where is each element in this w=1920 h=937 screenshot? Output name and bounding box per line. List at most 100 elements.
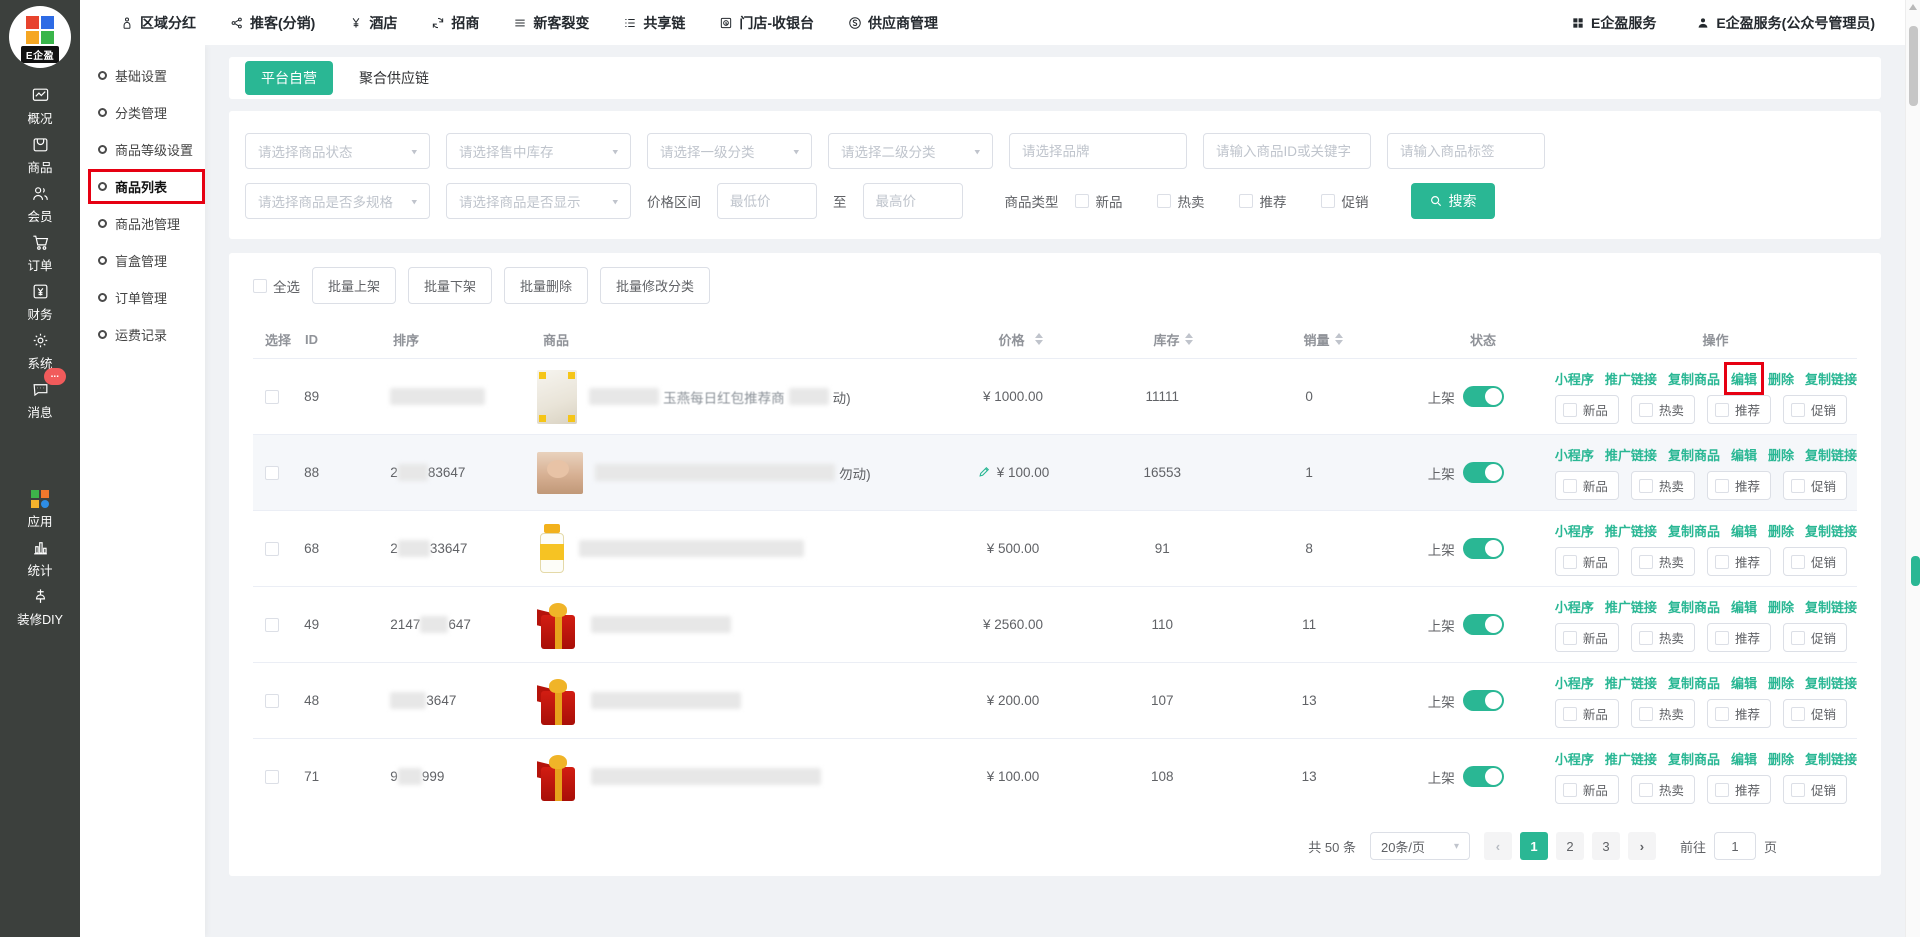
sort-arrows-icon[interactable] <box>1035 333 1043 345</box>
search-button[interactable]: 搜索 <box>1411 183 1495 219</box>
copy-goods-link[interactable]: 复制商品 <box>1668 673 1720 692</box>
submenu-item-goods-level[interactable]: 商品等级设置 <box>80 131 205 168</box>
sidebar-item-members[interactable]: 会员 <box>0 180 80 229</box>
tag-checkbox-new[interactable]: 新品 <box>1555 775 1619 804</box>
tag-checkbox-recommend[interactable]: 推荐 <box>1707 699 1771 728</box>
copy-url-link[interactable]: 复制链接 <box>1805 521 1857 540</box>
sidebar-item-finance[interactable]: 财务 <box>0 278 80 327</box>
row-checkbox[interactable] <box>265 694 279 708</box>
sidebar-item-apps[interactable]: 应用 <box>0 485 80 534</box>
status-toggle[interactable] <box>1463 614 1504 635</box>
batch-delete-button[interactable]: 批量删除 <box>504 267 588 304</box>
submenu-item-goods-list[interactable]: 商品列表 <box>80 168 205 205</box>
copy-goods-link[interactable]: 复制商品 <box>1668 445 1720 464</box>
type-checkbox-hot[interactable]: 热卖 <box>1157 191 1205 211</box>
tag-checkbox-hot[interactable]: 热卖 <box>1631 775 1695 804</box>
nav-item-services[interactable]: E企盈服务 <box>1571 13 1656 33</box>
delete-link[interactable]: 删除 <box>1768 673 1794 692</box>
nav-item-promoter[interactable]: 推客(分销) <box>230 13 315 33</box>
tag-checkbox-recommend[interactable]: 推荐 <box>1707 547 1771 576</box>
tag-checkbox-new[interactable]: 新品 <box>1555 699 1619 728</box>
nav-item-fission[interactable]: 新客裂变 <box>513 13 589 33</box>
promo-link[interactable]: 推广链接 <box>1605 673 1657 692</box>
row-checkbox[interactable] <box>265 618 279 632</box>
select-multi-spec[interactable]: 请选择商品是否多规格▾ <box>245 183 430 219</box>
tag-checkbox-recommend[interactable]: 推荐 <box>1707 623 1771 652</box>
miniprogram-link[interactable]: 小程序 <box>1555 673 1594 692</box>
select-goods-visible[interactable]: 请选择商品是否显示▾ <box>446 183 631 219</box>
batch-onshelf-button[interactable]: 批量上架 <box>312 267 396 304</box>
batch-edit-category-button[interactable]: 批量修改分类 <box>600 267 710 304</box>
scroll-up-icon[interactable] <box>1909 4 1917 10</box>
delete-link[interactable]: 删除 <box>1768 521 1794 540</box>
tag-checkbox-promo[interactable]: 促销 <box>1783 699 1847 728</box>
select-goods-status[interactable]: 请选择商品状态▾ <box>245 133 430 169</box>
goods-tag-input[interactable] <box>1387 133 1545 169</box>
page-size-select[interactable]: 20条/页▾ <box>1370 832 1470 860</box>
type-checkbox-new[interactable]: 新品 <box>1075 191 1123 211</box>
copy-url-link[interactable]: 复制链接 <box>1805 749 1857 768</box>
tag-checkbox-promo[interactable]: 促销 <box>1783 775 1847 804</box>
batch-offshelf-button[interactable]: 批量下架 <box>408 267 492 304</box>
edit-price-icon[interactable] <box>977 464 992 482</box>
tag-checkbox-recommend[interactable]: 推荐 <box>1707 471 1771 500</box>
row-checkbox[interactable] <box>265 770 279 784</box>
promo-link[interactable]: 推广链接 <box>1605 521 1657 540</box>
status-toggle[interactable] <box>1463 386 1504 407</box>
nav-item-account[interactable]: E企盈服务(公众号管理员) <box>1696 13 1875 33</box>
row-checkbox[interactable] <box>265 390 279 404</box>
copy-goods-link[interactable]: 复制商品 <box>1668 597 1720 616</box>
goods-id-keyword-input[interactable] <box>1203 133 1371 169</box>
tag-checkbox-hot[interactable]: 热卖 <box>1631 395 1695 424</box>
sidebar-item-diy[interactable]: 装修DIY <box>0 583 80 632</box>
tag-checkbox-hot[interactable]: 热卖 <box>1631 623 1695 652</box>
sort-arrows-icon[interactable] <box>1335 333 1343 345</box>
sidebar-item-orders[interactable]: 订单 <box>0 229 80 278</box>
page-button-2[interactable]: 2 <box>1556 832 1584 860</box>
min-price-input[interactable] <box>717 183 817 219</box>
promo-link[interactable]: 推广链接 <box>1605 369 1657 388</box>
tag-checkbox-recommend[interactable]: 推荐 <box>1707 775 1771 804</box>
row-checkbox[interactable] <box>265 466 279 480</box>
goto-page-input[interactable] <box>1714 832 1756 860</box>
nav-item-supplier[interactable]: 供应商管理 <box>848 13 938 33</box>
row-checkbox[interactable] <box>265 542 279 556</box>
miniprogram-link[interactable]: 小程序 <box>1555 445 1594 464</box>
scrollbar-thumb[interactable] <box>1909 26 1918 106</box>
header-stock[interactable]: 库存 <box>1098 330 1248 349</box>
sidebar-item-system[interactable]: 系统 <box>0 327 80 376</box>
select-category-level1[interactable]: 请选择一级分类▾ <box>647 133 812 169</box>
tag-checkbox-promo[interactable]: 促销 <box>1783 623 1847 652</box>
tag-checkbox-promo[interactable]: 促销 <box>1783 471 1847 500</box>
sidebar-item-goods[interactable]: 商品 <box>0 131 80 180</box>
nav-item-store-cashier[interactable]: 门店-收银台 <box>719 13 814 33</box>
prev-page-button[interactable]: ‹ <box>1484 832 1512 860</box>
submenu-item-basic-settings[interactable]: 基础设置 <box>80 57 205 94</box>
page-scrollbar[interactable] <box>1905 0 1920 937</box>
sidebar-item-messages[interactable]: ... 消息 <box>0 376 80 425</box>
delete-link[interactable]: 删除 <box>1768 369 1794 388</box>
type-checkbox-promo[interactable]: 促销 <box>1321 191 1369 211</box>
tag-checkbox-hot[interactable]: 热卖 <box>1631 471 1695 500</box>
select-stock-onsale[interactable]: 请选择售中库存▾ <box>446 133 631 169</box>
status-toggle[interactable] <box>1463 766 1504 787</box>
nav-item-hotel[interactable]: 酒店 <box>349 13 397 33</box>
nav-item-share-chain[interactable]: 共享链 <box>623 13 685 33</box>
edit-link[interactable]: 编辑 <box>1731 749 1757 768</box>
miniprogram-link[interactable]: 小程序 <box>1555 597 1594 616</box>
status-toggle[interactable] <box>1463 538 1504 559</box>
page-button-1[interactable]: 1 <box>1520 832 1548 860</box>
tag-checkbox-new[interactable]: 新品 <box>1555 395 1619 424</box>
select-category-level2[interactable]: 请选择二级分类▾ <box>828 133 993 169</box>
tag-checkbox-promo[interactable]: 促销 <box>1783 395 1847 424</box>
tag-checkbox-hot[interactable]: 热卖 <box>1631 547 1695 576</box>
submenu-item-order-mgmt[interactable]: 订单管理 <box>80 279 205 316</box>
tag-checkbox-recommend[interactable]: 推荐 <box>1707 395 1771 424</box>
tag-checkbox-hot[interactable]: 热卖 <box>1631 699 1695 728</box>
next-page-button[interactable]: › <box>1628 832 1656 860</box>
copy-url-link[interactable]: 复制链接 <box>1805 369 1857 388</box>
sidebar-item-stats[interactable]: 统计 <box>0 534 80 583</box>
miniprogram-link[interactable]: 小程序 <box>1555 369 1594 388</box>
copy-goods-link[interactable]: 复制商品 <box>1668 521 1720 540</box>
miniprogram-link[interactable]: 小程序 <box>1555 521 1594 540</box>
